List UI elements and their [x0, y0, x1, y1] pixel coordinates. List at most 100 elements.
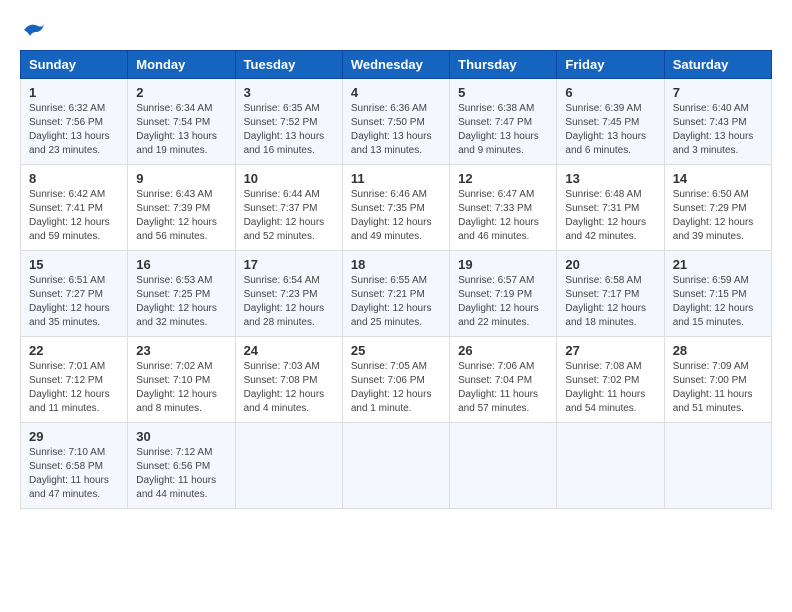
calendar-day-21: 21 Sunrise: 6:59 AM Sunset: 7:15 PM Dayl… — [664, 251, 771, 337]
day-number: 26 — [458, 343, 548, 358]
calendar-day-14: 14 Sunrise: 6:50 AM Sunset: 7:29 PM Dayl… — [664, 165, 771, 251]
day-info: Sunrise: 6:42 AM Sunset: 7:41 PM Dayligh… — [29, 188, 119, 244]
day-info: Sunrise: 6:47 AM Sunset: 7:33 PM Dayligh… — [458, 188, 548, 244]
day-number: 3 — [244, 85, 334, 100]
calendar-day-29: 29 Sunrise: 7:10 AM Sunset: 6:58 PM Dayl… — [21, 423, 128, 509]
day-info: Sunrise: 6:58 AM Sunset: 7:17 PM Dayligh… — [565, 274, 655, 330]
calendar-day-30: 30 Sunrise: 7:12 AM Sunset: 6:56 PM Dayl… — [128, 423, 235, 509]
calendar-day-23: 23 Sunrise: 7:02 AM Sunset: 7:10 PM Dayl… — [128, 337, 235, 423]
day-number: 5 — [458, 85, 548, 100]
day-number: 29 — [29, 429, 119, 444]
calendar-week-5: 29 Sunrise: 7:10 AM Sunset: 6:58 PM Dayl… — [21, 423, 772, 509]
calendar-week-4: 22 Sunrise: 7:01 AM Sunset: 7:12 PM Dayl… — [21, 337, 772, 423]
calendar-day-18: 18 Sunrise: 6:55 AM Sunset: 7:21 PM Dayl… — [342, 251, 449, 337]
day-info: Sunrise: 7:06 AM Sunset: 7:04 PM Dayligh… — [458, 360, 548, 416]
day-number: 1 — [29, 85, 119, 100]
day-number: 23 — [136, 343, 226, 358]
day-number: 19 — [458, 257, 548, 272]
page-header — [20, 20, 772, 40]
calendar-day-17: 17 Sunrise: 6:54 AM Sunset: 7:23 PM Dayl… — [235, 251, 342, 337]
day-number: 21 — [673, 257, 763, 272]
calendar-day-20: 20 Sunrise: 6:58 AM Sunset: 7:17 PM Dayl… — [557, 251, 664, 337]
day-number: 18 — [351, 257, 441, 272]
day-number: 12 — [458, 171, 548, 186]
day-info: Sunrise: 7:08 AM Sunset: 7:02 PM Dayligh… — [565, 360, 655, 416]
day-info: Sunrise: 7:02 AM Sunset: 7:10 PM Dayligh… — [136, 360, 226, 416]
day-info: Sunrise: 6:43 AM Sunset: 7:39 PM Dayligh… — [136, 188, 226, 244]
day-number: 20 — [565, 257, 655, 272]
day-info: Sunrise: 6:54 AM Sunset: 7:23 PM Dayligh… — [244, 274, 334, 330]
empty-cell — [664, 423, 771, 509]
day-info: Sunrise: 6:34 AM Sunset: 7:54 PM Dayligh… — [136, 102, 226, 158]
day-info: Sunrise: 6:38 AM Sunset: 7:47 PM Dayligh… — [458, 102, 548, 158]
day-number: 25 — [351, 343, 441, 358]
calendar-day-2: 2 Sunrise: 6:34 AM Sunset: 7:54 PM Dayli… — [128, 79, 235, 165]
logo — [20, 20, 46, 40]
day-info: Sunrise: 7:09 AM Sunset: 7:00 PM Dayligh… — [673, 360, 763, 416]
day-info: Sunrise: 6:39 AM Sunset: 7:45 PM Dayligh… — [565, 102, 655, 158]
day-number: 15 — [29, 257, 119, 272]
day-number: 30 — [136, 429, 226, 444]
day-info: Sunrise: 6:55 AM Sunset: 7:21 PM Dayligh… — [351, 274, 441, 330]
calendar-day-10: 10 Sunrise: 6:44 AM Sunset: 7:37 PM Dayl… — [235, 165, 342, 251]
day-number: 27 — [565, 343, 655, 358]
calendar-day-19: 19 Sunrise: 6:57 AM Sunset: 7:19 PM Dayl… — [450, 251, 557, 337]
calendar-day-3: 3 Sunrise: 6:35 AM Sunset: 7:52 PM Dayli… — [235, 79, 342, 165]
calendar-day-12: 12 Sunrise: 6:47 AM Sunset: 7:33 PM Dayl… — [450, 165, 557, 251]
day-info: Sunrise: 7:05 AM Sunset: 7:06 PM Dayligh… — [351, 360, 441, 416]
weekday-header-wednesday: Wednesday — [342, 51, 449, 79]
day-info: Sunrise: 7:12 AM Sunset: 6:56 PM Dayligh… — [136, 446, 226, 502]
calendar-day-9: 9 Sunrise: 6:43 AM Sunset: 7:39 PM Dayli… — [128, 165, 235, 251]
calendar-day-4: 4 Sunrise: 6:36 AM Sunset: 7:50 PM Dayli… — [342, 79, 449, 165]
day-number: 11 — [351, 171, 441, 186]
day-info: Sunrise: 6:36 AM Sunset: 7:50 PM Dayligh… — [351, 102, 441, 158]
calendar-day-22: 22 Sunrise: 7:01 AM Sunset: 7:12 PM Dayl… — [21, 337, 128, 423]
calendar-day-1: 1 Sunrise: 6:32 AM Sunset: 7:56 PM Dayli… — [21, 79, 128, 165]
day-number: 28 — [673, 343, 763, 358]
calendar-day-16: 16 Sunrise: 6:53 AM Sunset: 7:25 PM Dayl… — [128, 251, 235, 337]
day-info: Sunrise: 6:48 AM Sunset: 7:31 PM Dayligh… — [565, 188, 655, 244]
calendar-week-1: 1 Sunrise: 6:32 AM Sunset: 7:56 PM Dayli… — [21, 79, 772, 165]
empty-cell — [342, 423, 449, 509]
calendar-day-27: 27 Sunrise: 7:08 AM Sunset: 7:02 PM Dayl… — [557, 337, 664, 423]
day-number: 9 — [136, 171, 226, 186]
day-number: 7 — [673, 85, 763, 100]
calendar-day-13: 13 Sunrise: 6:48 AM Sunset: 7:31 PM Dayl… — [557, 165, 664, 251]
logo-bird-icon — [22, 20, 46, 40]
day-number: 24 — [244, 343, 334, 358]
weekday-header-sunday: Sunday — [21, 51, 128, 79]
calendar-week-2: 8 Sunrise: 6:42 AM Sunset: 7:41 PM Dayli… — [21, 165, 772, 251]
day-info: Sunrise: 6:46 AM Sunset: 7:35 PM Dayligh… — [351, 188, 441, 244]
calendar-table: SundayMondayTuesdayWednesdayThursdayFrid… — [20, 50, 772, 509]
day-info: Sunrise: 6:40 AM Sunset: 7:43 PM Dayligh… — [673, 102, 763, 158]
calendar-day-6: 6 Sunrise: 6:39 AM Sunset: 7:45 PM Dayli… — [557, 79, 664, 165]
day-number: 13 — [565, 171, 655, 186]
calendar-day-26: 26 Sunrise: 7:06 AM Sunset: 7:04 PM Dayl… — [450, 337, 557, 423]
day-info: Sunrise: 7:01 AM Sunset: 7:12 PM Dayligh… — [29, 360, 119, 416]
calendar-day-8: 8 Sunrise: 6:42 AM Sunset: 7:41 PM Dayli… — [21, 165, 128, 251]
calendar-day-24: 24 Sunrise: 7:03 AM Sunset: 7:08 PM Dayl… — [235, 337, 342, 423]
calendar-day-28: 28 Sunrise: 7:09 AM Sunset: 7:00 PM Dayl… — [664, 337, 771, 423]
calendar-day-7: 7 Sunrise: 6:40 AM Sunset: 7:43 PM Dayli… — [664, 79, 771, 165]
weekday-header-row: SundayMondayTuesdayWednesdayThursdayFrid… — [21, 51, 772, 79]
calendar-week-3: 15 Sunrise: 6:51 AM Sunset: 7:27 PM Dayl… — [21, 251, 772, 337]
day-info: Sunrise: 6:53 AM Sunset: 7:25 PM Dayligh… — [136, 274, 226, 330]
day-info: Sunrise: 6:35 AM Sunset: 7:52 PM Dayligh… — [244, 102, 334, 158]
day-number: 14 — [673, 171, 763, 186]
empty-cell — [235, 423, 342, 509]
day-info: Sunrise: 7:10 AM Sunset: 6:58 PM Dayligh… — [29, 446, 119, 502]
weekday-header-friday: Friday — [557, 51, 664, 79]
day-number: 17 — [244, 257, 334, 272]
calendar-day-11: 11 Sunrise: 6:46 AM Sunset: 7:35 PM Dayl… — [342, 165, 449, 251]
day-number: 16 — [136, 257, 226, 272]
empty-cell — [557, 423, 664, 509]
day-info: Sunrise: 6:57 AM Sunset: 7:19 PM Dayligh… — [458, 274, 548, 330]
day-number: 8 — [29, 171, 119, 186]
day-number: 10 — [244, 171, 334, 186]
calendar-day-25: 25 Sunrise: 7:05 AM Sunset: 7:06 PM Dayl… — [342, 337, 449, 423]
day-info: Sunrise: 6:59 AM Sunset: 7:15 PM Dayligh… — [673, 274, 763, 330]
day-info: Sunrise: 6:44 AM Sunset: 7:37 PM Dayligh… — [244, 188, 334, 244]
day-number: 22 — [29, 343, 119, 358]
day-info: Sunrise: 6:32 AM Sunset: 7:56 PM Dayligh… — [29, 102, 119, 158]
calendar-day-15: 15 Sunrise: 6:51 AM Sunset: 7:27 PM Dayl… — [21, 251, 128, 337]
